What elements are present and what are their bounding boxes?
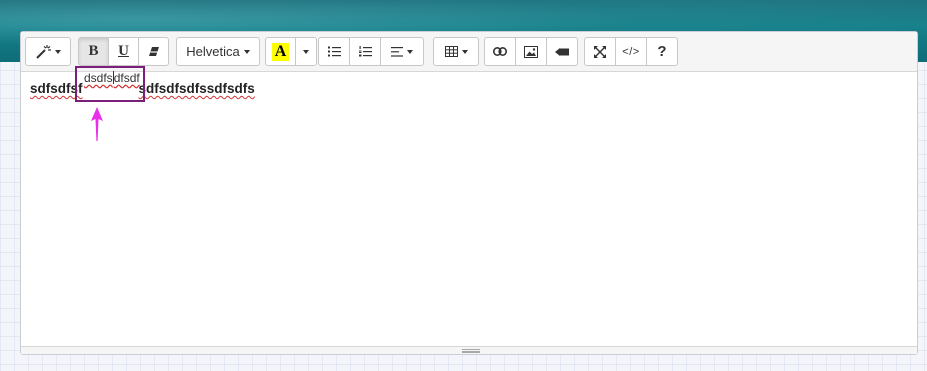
ordered-list-button[interactable] [349, 37, 381, 66]
picture-icon [524, 45, 538, 58]
font-family-dropdown[interactable]: Helvetica [176, 37, 260, 66]
text-after-insertion: sdfsdfsdfssdfsdfs [138, 81, 255, 96]
insert-link-button[interactable] [484, 37, 516, 66]
chevron-down-icon [243, 49, 250, 54]
view-group: </> ? [584, 37, 678, 66]
underline-button[interactable]: U [108, 37, 139, 66]
rich-text-editor: B U Helvetica A </> ? sdfsdfsf sdfsdfsdf… [20, 31, 918, 355]
inserted-text-before-cursor: dsdfs [84, 71, 113, 85]
insert-group [484, 37, 578, 66]
chevron-down-icon [407, 49, 413, 54]
table-icon [444, 46, 458, 57]
inserted-text-with-cursor: dsdfsdfsdf [84, 71, 140, 85]
chevron-down-icon [303, 49, 309, 54]
table-dropdown-button[interactable] [433, 37, 479, 66]
ordered-list-icon [358, 46, 372, 57]
codeview-button[interactable]: </> [615, 37, 647, 66]
resize-grip-icon[interactable] [462, 349, 480, 353]
align-left-icon [391, 46, 403, 57]
editor-resize-bar[interactable] [21, 346, 917, 354]
unordered-list-button[interactable] [318, 37, 350, 66]
editor-toolbar: B U Helvetica A </> ? [21, 32, 917, 72]
text-color-label: A [271, 42, 290, 61]
eraser-icon [148, 46, 160, 57]
unordered-list-icon [327, 46, 341, 57]
color-dropdown-button[interactable] [295, 37, 317, 66]
video-icon [555, 47, 569, 57]
color-group: A [265, 37, 317, 66]
editable-content-area[interactable]: sdfsdfsf sdfsdfsdfssdfsdfs dsdfsdfsdf [21, 66, 917, 348]
chevron-down-icon [461, 49, 468, 54]
table-group [433, 37, 479, 66]
font-style-group: B U [78, 37, 169, 66]
style-group [25, 37, 71, 66]
annotation-arrow-icon [90, 107, 104, 143]
insert-picture-button[interactable] [515, 37, 547, 66]
bold-button[interactable]: B [78, 37, 109, 66]
insert-video-button[interactable] [546, 37, 578, 66]
magic-wand-icon [35, 44, 51, 59]
clear-format-button[interactable] [138, 37, 169, 66]
fullscreen-button[interactable] [584, 37, 616, 66]
help-button[interactable]: ? [646, 37, 678, 66]
paragraph-group [318, 37, 424, 66]
font-family-label: Helvetica [186, 44, 240, 59]
fontname-group: Helvetica [176, 37, 260, 66]
link-icon [493, 47, 507, 56]
paragraph-align-dropdown[interactable] [380, 37, 424, 66]
style-dropdown-button[interactable] [25, 37, 71, 66]
chevron-down-icon [55, 49, 61, 54]
recent-color-button[interactable]: A [265, 37, 296, 66]
fullscreen-icon [594, 45, 606, 58]
inserted-text-after-cursor: dfsdf [113, 71, 140, 85]
